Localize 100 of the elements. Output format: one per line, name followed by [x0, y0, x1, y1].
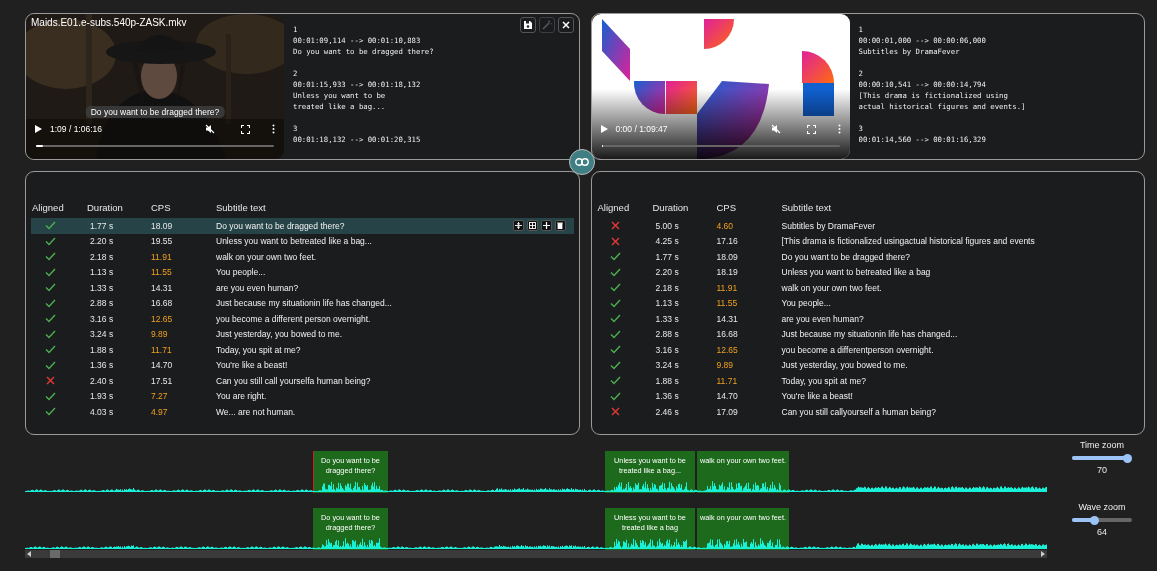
duration-cell-text: 2.46 s	[654, 406, 680, 417]
table-row[interactable]: 2.20 s 18.19 Unless you want to betreated like a bag	[596, 264, 1139, 280]
table-row[interactable]: 2.18 s 11.91 walk on your own two feet.	[31, 249, 574, 265]
duration-cell-text: 1.88 s	[89, 344, 115, 355]
column-header[interactable]: Duration	[652, 202, 717, 213]
table-row[interactable]: 1.88 s 11.71 Today, you spit at me?	[31, 342, 574, 358]
table-row[interactable]: 1.88 s 11.71 Today, you spit at me?	[596, 373, 1139, 389]
scroll-right-icon[interactable]	[1041, 551, 1045, 557]
muted-speaker-icon[interactable]	[205, 124, 215, 134]
link-icon	[575, 158, 589, 166]
table-row[interactable]: 1.36 s 14.70 You're like a beast!	[31, 357, 574, 373]
duration-cell-text: 1.36 s	[89, 360, 115, 371]
cps-cell-text: 11.71	[151, 344, 173, 355]
check-icon	[44, 267, 56, 277]
column-header[interactable]: CPS	[151, 202, 216, 213]
slider-value: 64	[1097, 527, 1107, 537]
check-icon	[44, 221, 56, 231]
check-icon	[610, 252, 621, 262]
table-row[interactable]: 4.25 s 17.16 [This drama is fictionalized usingactual historical figures and events	[596, 233, 1139, 249]
check-icon	[610, 329, 621, 339]
subtitle-text-cell: you become a different person overnight.	[216, 313, 371, 324]
check-icon	[44, 391, 56, 401]
column-header[interactable]: Aligned	[32, 202, 87, 213]
table-row[interactable]: 3.16 s 12.65 you become a differentperson overnight.	[596, 342, 1139, 358]
cps-cell-text: 4.60	[716, 220, 735, 231]
table-row[interactable]: 1.33 s 14.31 are you even human?	[596, 311, 1139, 327]
save-button[interactable]	[519, 17, 536, 33]
subtitle-text-cell: You're like a beast!	[216, 360, 288, 371]
split-button[interactable]	[512, 220, 524, 231]
check-icon	[44, 283, 56, 293]
duration-cell-text: 5.00 s	[654, 220, 680, 231]
subtitle-text-cell: Do you want to be dragged there?	[781, 251, 911, 262]
merge-button[interactable]	[526, 220, 538, 231]
column-header[interactable]: Aligned	[597, 202, 653, 213]
subtitle-text-cell: walk on your own two feet.	[216, 251, 317, 262]
cps-cell-text: 17.09	[716, 406, 739, 417]
column-header[interactable]: Subtitle text	[216, 202, 574, 213]
cps-cell-text: 18.09	[716, 251, 739, 262]
column-header[interactable]: CPS	[716, 202, 782, 213]
play-icon[interactable]	[35, 125, 42, 133]
add-button[interactable]	[540, 220, 552, 231]
duration-cell-text: 2.88 s	[654, 329, 680, 340]
scrollbar-thumb[interactable]	[50, 550, 60, 558]
table-row[interactable]: 1.77 s 18.09 Do you want to be dragged there?	[31, 218, 574, 234]
table-row[interactable]: 3.24 s 9.89 Just yesterday, you bowed to me.	[31, 326, 574, 342]
playback-time: 0:00 / 1:09:47	[615, 124, 668, 134]
subtitle-text-cell: Do you want to be dragged there?	[216, 220, 345, 231]
table-row[interactable]: 2.20 s 19.55 Unless you want to betreated like a bag...	[31, 233, 574, 249]
table-row[interactable]: 2.18 s 11.91 walk on your own two feet.	[596, 280, 1139, 296]
duration-cell-text: 1.33 s	[89, 282, 115, 293]
cps-cell-text: 9.89	[716, 360, 735, 371]
slider-thumb[interactable]	[1090, 515, 1100, 525]
slider-thumb[interactable]	[1123, 453, 1133, 463]
scroll-left-icon[interactable]	[27, 551, 31, 557]
table-row[interactable]: 4.03 s 4.97 We... are not human.	[31, 404, 574, 420]
table-row[interactable]: 1.33 s 14.31 are you even human?	[31, 280, 574, 296]
table-row[interactable]: 1.36 s 14.70 You're like a beast!	[596, 388, 1139, 404]
table-row[interactable]: 2.88 s 16.68 Just because my situationin life has changed...	[596, 326, 1139, 342]
cps-cell-text: 11.55	[151, 267, 173, 278]
duration-cell-text: 3.16 s	[654, 344, 680, 355]
subtitle-text-cell: You people...	[216, 267, 266, 278]
more-icon[interactable]	[272, 124, 275, 134]
column-header[interactable]: Duration	[87, 202, 151, 213]
cps-cell-text: 17.51	[151, 375, 174, 386]
check-icon	[44, 329, 56, 339]
cps-cell-text: 12.65	[151, 313, 174, 324]
column-header[interactable]: Subtitle text	[781, 202, 1139, 213]
check-icon	[44, 252, 56, 262]
check-icon	[610, 314, 621, 324]
table-row[interactable]: 1.13 s 11.55 You people...	[31, 264, 574, 280]
subtitle-text-cell: Can you still callyourself a human being?	[781, 406, 936, 417]
close-button[interactable]	[557, 17, 574, 33]
fullscreen-icon[interactable]	[241, 124, 250, 134]
table-row[interactable]: 3.16 s 12.65 you become a different person overnight.	[31, 311, 574, 327]
delete-button[interactable]	[554, 220, 566, 231]
cps-cell-text: 11.91	[151, 251, 173, 262]
duration-cell-text: 2.20 s	[654, 267, 680, 278]
close-icon	[560, 20, 571, 30]
table-row[interactable]: 5.00 s 4.60 Subtitles by DramaFever	[596, 218, 1139, 234]
cps-cell-text: 14.31	[716, 313, 739, 324]
duration-cell-text: 3.24 s	[89, 329, 115, 340]
duration-cell-text: 4.25 s	[654, 236, 680, 247]
subtitle-text-cell: Unless you want to betreated like a bag...	[216, 236, 372, 247]
scrollbar[interactable]	[25, 550, 1047, 558]
table-row[interactable]: 2.88 s 16.68 Just because my situationin life has changed...	[31, 295, 574, 311]
table-row[interactable]: 3.24 s 9.89 Just yesterday, you bowed to me.	[596, 357, 1139, 373]
duration-cell-text: 1.13 s	[654, 298, 680, 309]
cps-cell-text: 9.89	[151, 329, 169, 340]
link-button[interactable]	[569, 149, 595, 175]
cps-cell-text: 14.31	[151, 282, 174, 293]
table-row[interactable]: 2.46 s 17.09 Can you still callyourself a human being?	[596, 404, 1139, 420]
table-row[interactable]: 1.77 s 18.09 Do you want to be dragged there?	[596, 249, 1139, 265]
table-row[interactable]: 2.40 s 17.51 Can you still call yourselfa human being?	[31, 373, 574, 389]
zoom-slider[interactable]	[1072, 518, 1132, 522]
subtitle-text-cell: are you even human?	[781, 313, 864, 324]
duration-cell-text: 3.24 s	[654, 360, 680, 371]
duration-cell-text: 4.03 s	[89, 406, 115, 417]
table-row[interactable]: 1.93 s 7.27 You are right.	[31, 388, 574, 404]
save-icon	[522, 20, 533, 30]
table-row[interactable]: 1.13 s 11.55 You people...	[596, 295, 1139, 311]
